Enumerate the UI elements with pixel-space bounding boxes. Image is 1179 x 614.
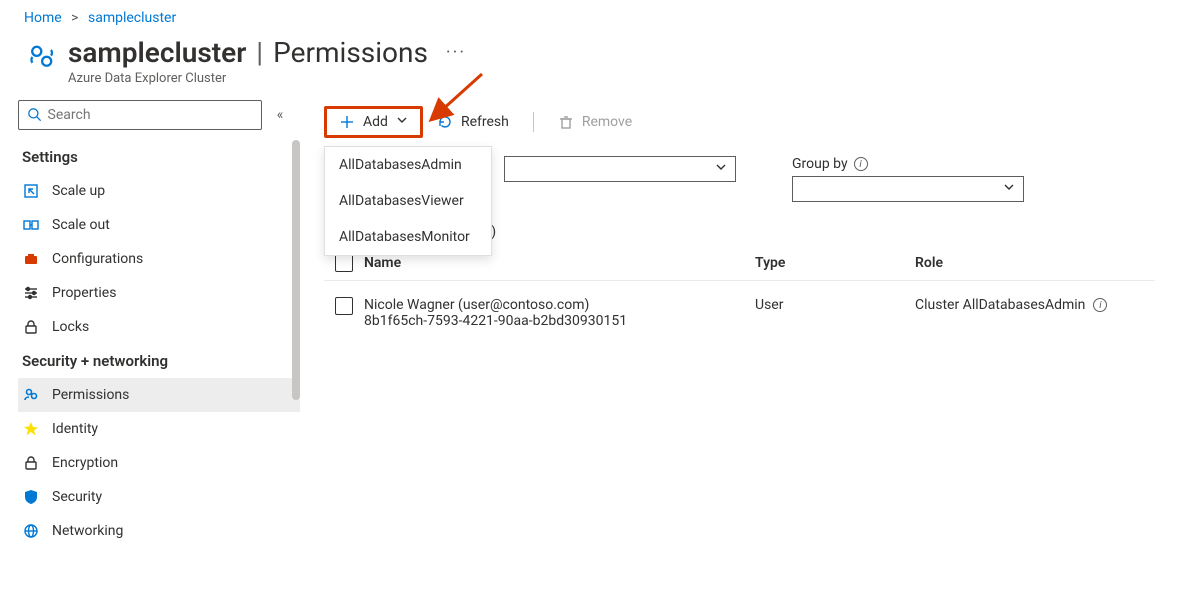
table-header: Name Type Role <box>324 254 1155 281</box>
sidebar-item-security[interactable]: Security <box>18 480 300 514</box>
group-by-select[interactable] <box>792 176 1024 202</box>
resource-type: Azure Data Explorer Cluster <box>68 71 466 86</box>
sidebar-section-title: Settings <box>18 140 300 174</box>
toolbar: Add Refresh Remove <box>324 100 1155 144</box>
column-type[interactable]: Type <box>755 255 915 271</box>
refresh-button[interactable]: Refresh <box>427 106 519 138</box>
group-by-label: Group by i <box>792 156 1024 172</box>
locks-icon <box>22 318 40 336</box>
properties-icon <box>22 284 40 302</box>
info-icon[interactable]: i <box>854 157 868 171</box>
sidebar-item-scale-up[interactable]: Scale up <box>18 174 300 208</box>
column-name[interactable]: Name <box>364 255 755 271</box>
sidebar-item-label: Properties <box>52 285 116 301</box>
sidebar-item-properties[interactable]: Properties <box>18 276 300 310</box>
add-option-viewer[interactable]: AllDatabasesViewer <box>325 183 491 219</box>
scale-out-icon <box>22 216 40 234</box>
remove-label: Remove <box>582 114 632 130</box>
role-filter-select[interactable] <box>504 156 736 182</box>
sidebar-item-networking[interactable]: Networking <box>18 514 300 548</box>
sidebar-item-label: Permissions <box>52 387 129 403</box>
sidebar-item-label: Scale up <box>52 183 105 199</box>
add-dropdown: AllDatabasesAdmin AllDatabasesViewer All… <box>324 146 492 256</box>
add-button[interactable]: Add <box>324 106 423 138</box>
plus-icon <box>339 114 355 130</box>
column-role[interactable]: Role <box>915 255 1155 271</box>
sidebar-item-label: Locks <box>52 319 89 335</box>
sidebar-item-label: Identity <box>52 421 98 437</box>
sidebar-search[interactable] <box>18 100 262 130</box>
sidebar-item-locks[interactable]: Locks <box>18 310 300 344</box>
permissions-table: Name Type Role Nicole Wagner (user@conto… <box>324 254 1155 337</box>
chevron-right-icon: > <box>71 10 78 26</box>
cell-type: User <box>755 297 915 313</box>
refresh-icon <box>437 114 453 130</box>
security-icon <box>22 488 40 506</box>
sidebar-item-scale-out[interactable]: Scale out <box>18 208 300 242</box>
title-separator: | <box>256 36 263 69</box>
main-content: Add Refresh Remove <box>300 100 1179 614</box>
chevron-down-icon <box>1003 181 1015 197</box>
configurations-icon <box>22 250 40 268</box>
identity-icon <box>22 420 40 438</box>
row-checkbox[interactable] <box>335 297 353 315</box>
collapse-sidebar-button[interactable]: « <box>268 107 292 123</box>
scrollbar-thumb[interactable] <box>292 140 300 400</box>
remove-button: Remove <box>548 106 642 138</box>
sidebar: « Settings Scale up Scale out Configuration… <box>0 100 300 614</box>
encryption-icon <box>22 454 40 472</box>
scale-up-icon <box>22 182 40 200</box>
select-all-checkbox[interactable] <box>335 254 353 272</box>
toolbar-separator <box>533 112 534 132</box>
add-option-admin[interactable]: AllDatabasesAdmin <box>325 147 491 183</box>
sidebar-item-label: Networking <box>52 523 123 539</box>
cell-role: Cluster AllDatabasesAdmini <box>915 297 1155 313</box>
breadcrumb-cluster[interactable]: samplecluster <box>88 10 176 26</box>
search-input[interactable] <box>48 107 253 123</box>
sidebar-item-label: Configurations <box>52 251 143 267</box>
cell-name: Nicole Wagner (user@contoso.com)8b1f65ch… <box>364 297 755 329</box>
cluster-name: samplecluster <box>68 36 246 69</box>
info-icon[interactable]: i <box>1093 298 1107 312</box>
page-title: Permissions <box>273 36 428 69</box>
add-label: Add <box>363 114 388 130</box>
page-header: samplecluster | Permissions ··· Azure Da… <box>0 30 1179 100</box>
breadcrumb-home[interactable]: Home <box>24 10 62 26</box>
chevron-down-icon <box>396 114 408 130</box>
breadcrumb: Home > samplecluster <box>0 0 1179 30</box>
sidebar-item-permissions[interactable]: Permissions <box>18 378 300 412</box>
sidebar-item-encryption[interactable]: Encryption <box>18 446 300 480</box>
sidebar-item-identity[interactable]: Identity <box>18 412 300 446</box>
search-icon <box>27 107 42 123</box>
sidebar-item-label: Scale out <box>52 217 110 233</box>
sidebar-item-configurations[interactable]: Configurations <box>18 242 300 276</box>
sidebar-section-title: Security + networking <box>18 344 300 378</box>
cluster-icon <box>24 40 58 74</box>
trash-icon <box>558 114 574 130</box>
permissions-icon <box>22 386 40 404</box>
chevron-down-icon <box>715 161 727 177</box>
more-button[interactable]: ··· <box>446 42 466 63</box>
sidebar-item-label: Security <box>52 489 102 505</box>
sidebar-item-label: Encryption <box>52 455 118 471</box>
networking-icon <box>22 522 40 540</box>
add-option-monitor[interactable]: AllDatabasesMonitor <box>325 219 491 255</box>
refresh-label: Refresh <box>461 114 509 130</box>
table-row[interactable]: Nicole Wagner (user@contoso.com)8b1f65ch… <box>324 281 1155 337</box>
